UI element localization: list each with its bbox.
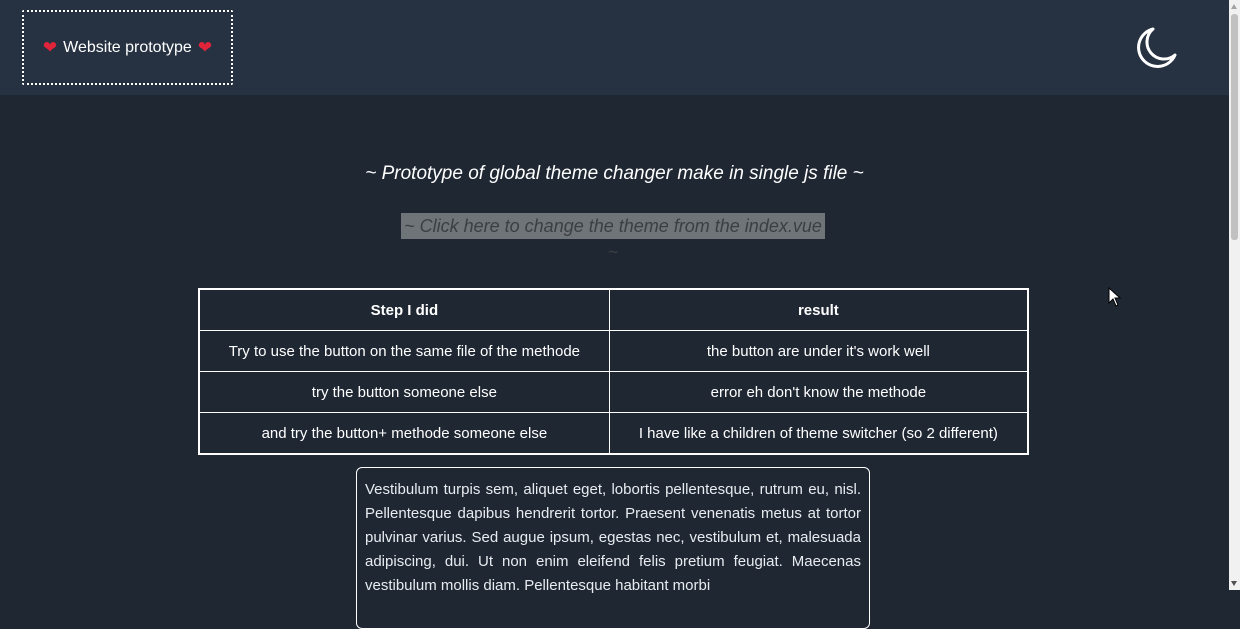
table-cell-result: I have like a children of theme switcher… — [608, 412, 1029, 455]
theme-toggle-button[interactable] — [1133, 25, 1179, 71]
main-content: ~ Prototype of global theme changer make… — [0, 95, 1229, 629]
scroll-thumb[interactable] — [1231, 14, 1238, 240]
table-cell-step: Try to use the button on the same file o… — [198, 330, 610, 372]
heart-icon: ❤ — [197, 38, 213, 57]
table-cell-step: try the button someone else — [198, 371, 610, 413]
header: ❤ Website prototype ❤ — [0, 0, 1229, 95]
table-cell-result: error eh don't know the methode — [608, 371, 1029, 413]
table-cell-step: and try the button+ methode someone else — [198, 412, 610, 455]
mouse-cursor-icon — [1108, 287, 1122, 307]
column-header-step: Step I did — [198, 288, 610, 331]
table-row: try the button someone else error eh don… — [198, 371, 1029, 413]
moon-icon — [1137, 27, 1177, 68]
scroll-down-arrow-icon[interactable] — [1231, 581, 1237, 586]
steps-table: Step I did result Try to use the button … — [198, 288, 1029, 455]
table-row: Try to use the button on the same file o… — [198, 330, 1029, 372]
heart-icon: ❤ — [42, 38, 58, 57]
page-scrollbar[interactable] — [1229, 0, 1240, 590]
brand-title: Website prototype — [63, 38, 192, 56]
table-row: and try the button+ methode someone else… — [198, 412, 1029, 455]
change-theme-link[interactable]: ~ Click here to change the theme from th… — [401, 213, 825, 262]
brand-logo[interactable]: ❤ Website prototype ❤ — [22, 10, 233, 85]
table-header-row: Step I did result — [198, 288, 1029, 331]
page-subtitle: ~ Prototype of global theme changer make… — [365, 163, 864, 184]
scroll-up-arrow-icon[interactable] — [1231, 4, 1237, 9]
lorem-text-box: Vestibulum turpis sem, aliquet eget, lob… — [356, 467, 870, 629]
column-header-result: result — [608, 288, 1029, 331]
table-cell-result: the button are under it's work well — [608, 330, 1029, 372]
